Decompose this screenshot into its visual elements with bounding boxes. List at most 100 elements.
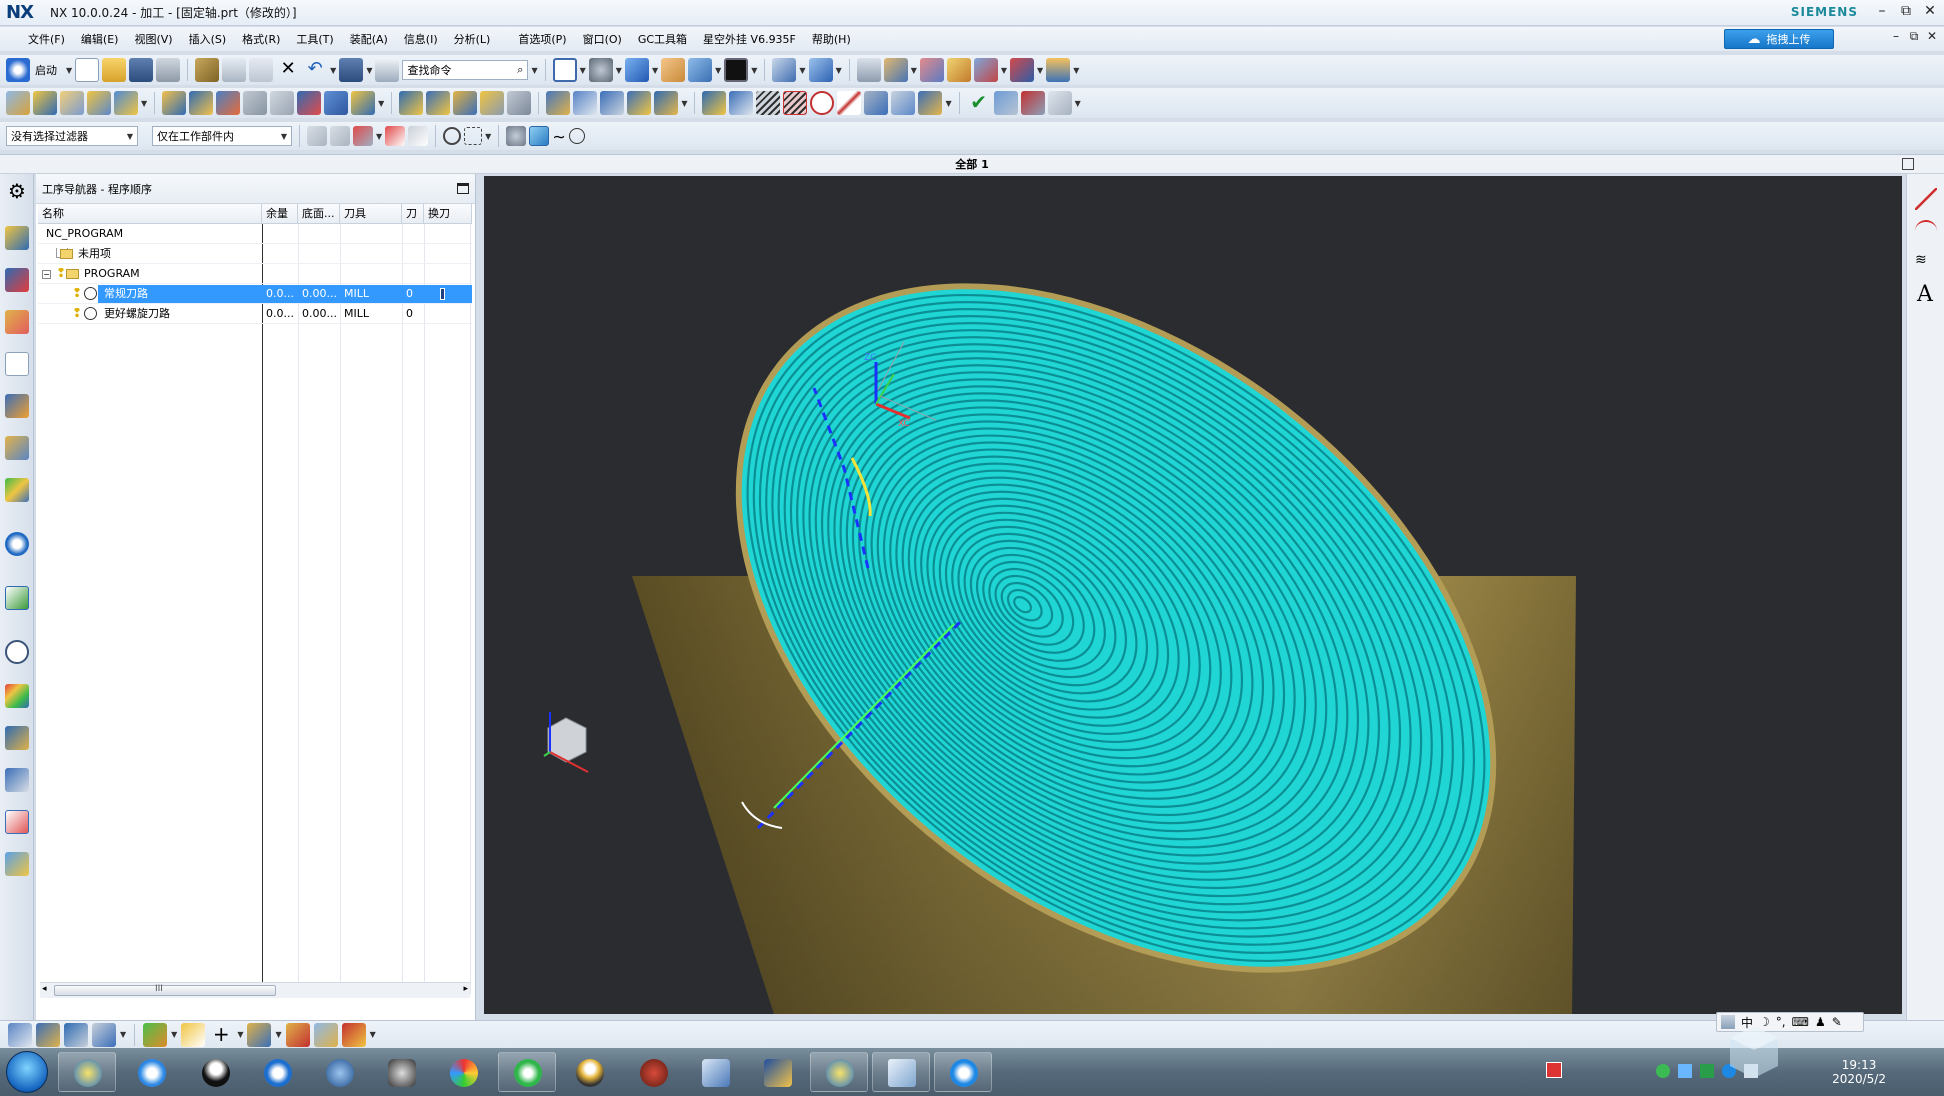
machine-navigator-icon[interactable] (5, 394, 29, 418)
manufacturing-wizard-icon[interactable] (5, 768, 29, 792)
shop-doc-icon[interactable] (324, 91, 349, 115)
assembly-navigator-icon[interactable] (5, 226, 29, 250)
tray-network-icon[interactable] (1678, 1064, 1692, 1078)
doc-close-button[interactable]: ✕ (1922, 29, 1942, 43)
command-finder-icon[interactable] (375, 58, 400, 82)
plus-dropdown-icon[interactable]: ▼ (237, 1030, 243, 1039)
find-command-input[interactable]: 查找命令 ⌕ (402, 60, 529, 80)
show-dropdown-icon[interactable]: ▼ (715, 66, 721, 75)
post-process-icon[interactable] (297, 91, 322, 115)
menu-analysis[interactable]: 分析(L) (446, 31, 499, 47)
line-icon[interactable] (837, 91, 862, 115)
generate-path-icon[interactable] (162, 91, 187, 115)
snap-icon[interactable] (973, 58, 998, 82)
face-filter-icon[interactable] (529, 126, 550, 146)
find-dropdown-icon[interactable]: ▼ (531, 66, 537, 75)
measure-icon[interactable] (919, 58, 944, 82)
snap-point-dropdown-icon[interactable]: ▼ (376, 132, 382, 141)
fit-dropdown-icon[interactable]: ▼ (580, 66, 586, 75)
check-icon[interactable]: ✔ (967, 91, 991, 115)
plus-icon[interactable]: + (209, 1023, 233, 1047)
display-icon[interactable] (702, 91, 727, 115)
orient-dropdown-icon[interactable]: ▼ (652, 66, 658, 75)
operation-navigator-icon[interactable] (5, 352, 29, 376)
restore-button[interactable]: ⧉ (1896, 3, 1916, 19)
tray-green-icon[interactable] (1656, 1064, 1670, 1078)
method-view-icon[interactable] (480, 91, 505, 115)
scroll-left-icon[interactable]: ◂ (42, 984, 47, 994)
paste-icon[interactable] (249, 58, 274, 82)
menu-assembly[interactable]: 装配(A) (342, 31, 396, 47)
table-icon[interactable] (993, 91, 1018, 115)
tree-row-unused[interactable]: 未用项 (38, 244, 472, 264)
column-header-tool-change[interactable]: 换刀 (424, 204, 472, 224)
features-dropdown-icon[interactable]: ▼ (171, 1030, 177, 1039)
tray-flag-icon[interactable] (1546, 1062, 1562, 1078)
snap-dropdown-icon[interactable]: ▼ (1001, 66, 1007, 75)
process-studio-icon[interactable] (5, 726, 29, 750)
box-dropdown-icon[interactable]: ▼ (485, 132, 491, 141)
new-icon[interactable] (75, 58, 100, 82)
taskbar-app[interactable] (248, 1052, 306, 1092)
save-icon[interactable] (129, 58, 154, 82)
horizontal-scrollbar[interactable]: ◂ III ▸ (40, 982, 470, 998)
geometry-view-icon[interactable] (453, 91, 478, 115)
simulate-icon[interactable] (270, 91, 295, 115)
internet-icon[interactable] (5, 532, 29, 556)
menu-plugin[interactable]: 星空外挂 V6.935F (695, 31, 804, 47)
box-select-icon[interactable] (464, 127, 483, 145)
taskbar-app[interactable] (872, 1052, 930, 1092)
menu-file[interactable]: 文件(F) (12, 31, 73, 47)
line-tool-icon[interactable] (1915, 188, 1937, 210)
vector-icon[interactable] (891, 91, 916, 115)
help-doc-icon[interactable] (5, 586, 29, 610)
part-navigator-icon[interactable] (856, 58, 881, 82)
tree-row-program[interactable]: − ❢ PROGRAM (38, 264, 472, 284)
upload-button[interactable]: ☁ 拖拽上传 (1724, 29, 1834, 49)
taskbar-app[interactable] (434, 1052, 492, 1092)
create-dropdown-icon[interactable]: ▼ (141, 99, 147, 108)
copy-icon[interactable] (222, 58, 247, 82)
collapse-icon[interactable]: − (42, 270, 51, 279)
deselect-icon[interactable] (330, 126, 350, 146)
cut-object-icon[interactable] (573, 91, 598, 115)
hatch-red-icon[interactable] (783, 91, 808, 115)
bg-dropdown-icon[interactable]: ▼ (751, 66, 757, 75)
render-style-icon[interactable] (588, 58, 613, 82)
create-program-icon[interactable] (6, 91, 30, 115)
undo-dropdown-icon[interactable]: ▼ (330, 66, 336, 75)
customize-icon[interactable] (1047, 91, 1072, 115)
column-header-tool-number[interactable]: 刀 (402, 204, 424, 224)
edit-object-icon[interactable] (546, 91, 571, 115)
taskbar-app[interactable] (372, 1052, 430, 1092)
start-button[interactable] (6, 1051, 48, 1093)
wcs-icon[interactable] (808, 58, 833, 82)
paste-object-icon[interactable] (627, 91, 652, 115)
menu-tools[interactable]: 工具(T) (288, 31, 341, 47)
taskbar-app[interactable] (686, 1052, 744, 1092)
copy-object-icon[interactable] (600, 91, 625, 115)
taskbar-app[interactable] (498, 1052, 556, 1092)
body-filter-icon[interactable] (506, 126, 527, 146)
taskbar-app[interactable] (310, 1052, 368, 1092)
taskbar-app[interactable] (624, 1052, 682, 1092)
replay-path-icon[interactable] (189, 91, 214, 115)
column-header-stock[interactable]: 余量 (262, 204, 298, 224)
blank-geometry-icon[interactable] (313, 1022, 338, 1047)
clip-bottom-icon[interactable] (181, 1022, 206, 1047)
maximize-panel-icon[interactable] (457, 183, 469, 194)
point-icon[interactable] (408, 126, 429, 146)
open-icon[interactable] (102, 58, 127, 82)
customize-dropdown-icon[interactable]: ▼ (1075, 99, 1081, 108)
print-icon[interactable] (156, 58, 181, 82)
ops-view-icon[interactable] (507, 91, 532, 115)
render-dropdown-icon[interactable]: ▼ (616, 66, 622, 75)
menu-window[interactable]: 窗口(O) (575, 31, 630, 47)
palette-icon[interactable] (5, 478, 29, 502)
scope-select[interactable]: 仅在工作部件内 ▼ (152, 126, 292, 146)
save-dropdown-icon[interactable]: ▼ (366, 66, 372, 75)
menu-edit[interactable]: 编辑(E) (73, 31, 127, 47)
create-operation-icon[interactable] (114, 91, 138, 115)
program-view-icon[interactable] (399, 91, 424, 115)
ruler-icon[interactable] (1046, 58, 1071, 82)
